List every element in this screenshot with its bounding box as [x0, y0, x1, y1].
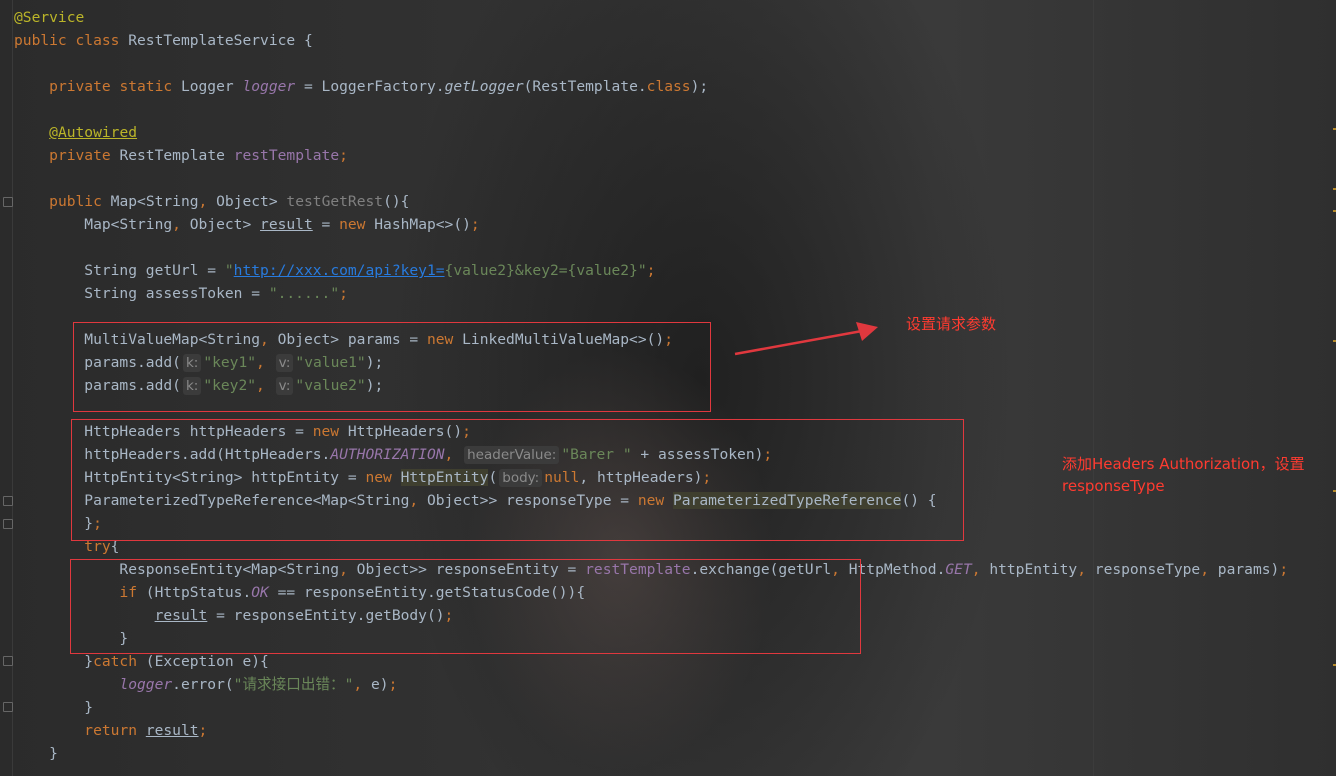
headers-annotation-label: 添加Headers Authorization，设置responseType: [1062, 455, 1305, 495]
annotation-arrow: [734, 322, 878, 356]
params-annotation-label: 设置请求参数: [906, 315, 997, 333]
